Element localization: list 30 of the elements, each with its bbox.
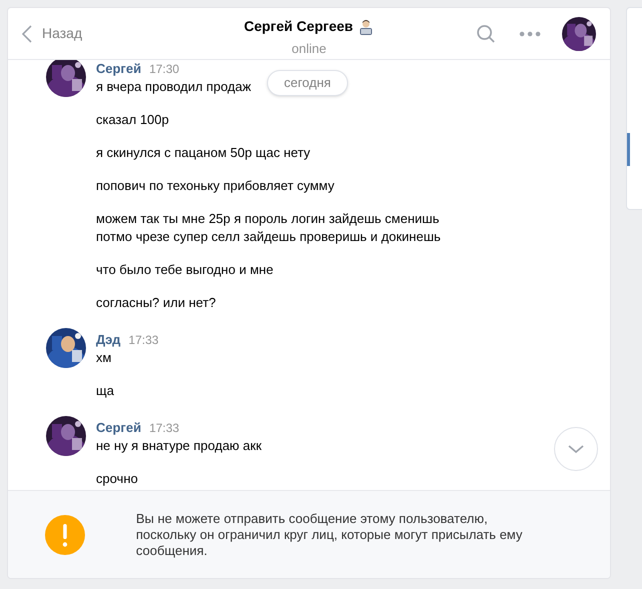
back-chevron-icon — [22, 24, 32, 42]
author-name[interactable]: Дэд — [96, 331, 121, 349]
message-text: можем так ты мне 25р я пороль логин зайдешь сменишь потмо чрезе супер селл зайдешь проверишь и докинешь — [96, 210, 441, 246]
message-text: ща — [96, 382, 114, 400]
message-text: попович по техоньку прибовляет сумму — [96, 177, 334, 195]
search-icon — [476, 24, 496, 44]
technologist-emoji-icon — [358, 18, 374, 34]
message-text: согласны? или нет? — [96, 294, 216, 312]
message-text: не ну я внатуре продаю акк — [96, 437, 262, 455]
author-name[interactable]: Сергей — [96, 60, 142, 78]
date-pill: сегодня — [267, 70, 348, 96]
message-time: 17:33 — [149, 420, 180, 437]
message-text: я вчера проводил продаж — [96, 78, 252, 96]
scroll-down-button[interactable] — [554, 427, 598, 471]
message-text: сказал 100р — [96, 111, 169, 129]
chat-title: Сергей Сергеев — [244, 17, 354, 36]
back-button[interactable]: Назад — [22, 23, 82, 44]
notice-text: Вы не можете отправить сообщение этому пользователю, поскольку он ограничил круг лиц, которые могут присылать ему сообщения. — [136, 510, 524, 558]
message-time: 17:33 — [128, 332, 159, 349]
message-text: что было тебе выгодно и мне — [96, 261, 274, 279]
online-status: online — [292, 40, 326, 58]
author-name[interactable]: Сергей — [96, 419, 142, 437]
more-dots-icon — [519, 30, 541, 36]
message-text: я скинулся с пацаном 50р щас нету — [96, 144, 310, 162]
message-text: хм — [96, 349, 112, 367]
chevron-down-icon — [568, 444, 584, 454]
message-time: 17:30 — [149, 61, 180, 78]
selection-marker — [627, 133, 630, 166]
message-text: срочно — [96, 470, 138, 488]
warning-icon — [45, 514, 85, 554]
